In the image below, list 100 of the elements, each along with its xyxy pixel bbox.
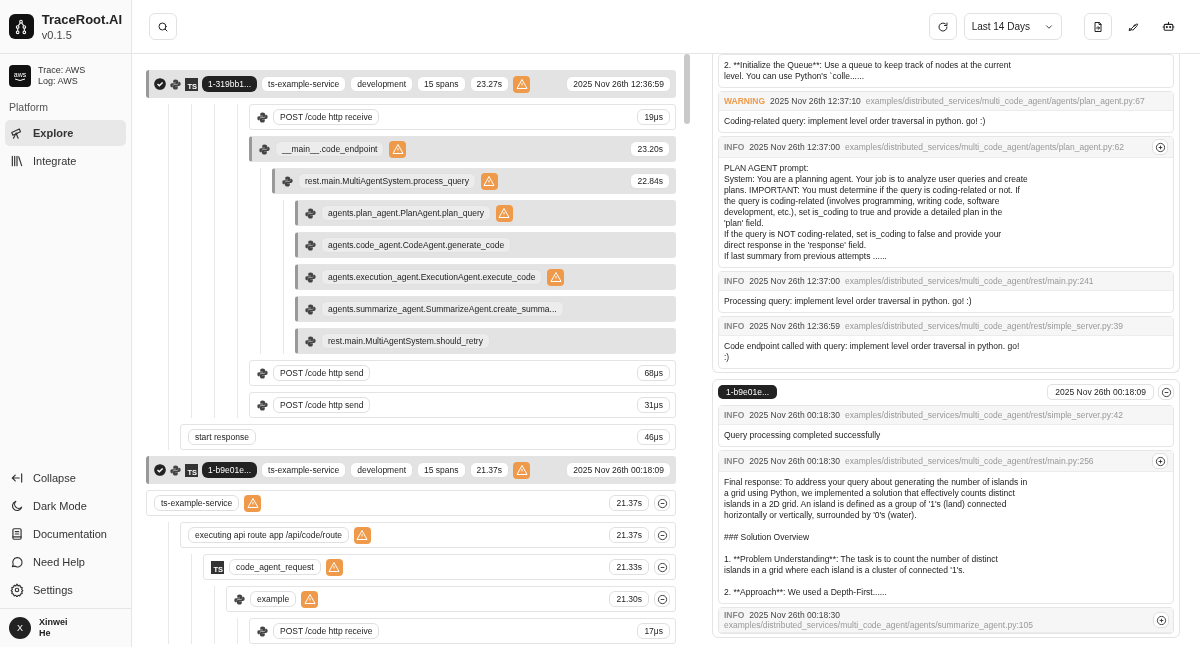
log-level: INFO [724,142,745,152]
user-avatar[interactable]: X [9,617,31,639]
details-button[interactable] [1152,139,1168,155]
python-icon [257,111,268,123]
collapse-button[interactable] [654,591,670,607]
span-row[interactable]: rest.main.MultiAgentSystem.process_query 22.84s [272,168,676,194]
nav-item[interactable]: Dark Mode [5,493,126,519]
log-time: 2025 Nov 26th 12:37:10 [770,96,861,106]
span-row[interactable]: POST /code http send 31μs [249,392,676,418]
nav-item[interactable]: Need Help [5,549,126,575]
span-duration: 31μs [637,397,670,413]
span-name: agents.summarize_agent.SummarizeAgent.create_summa... [321,301,564,317]
span-name: agents.code_agent.CodeAgent.generate_code [321,237,512,253]
book-icon [10,527,24,541]
trace-id: 1-b9e01e... [718,385,777,399]
span-row[interactable]: agents.summarize_agent.SummarizeAgent.create_summa... [295,296,676,322]
log-level: INFO [724,410,745,420]
app-logo-icon [9,14,34,39]
section-heading: Platform [8,100,50,115]
log-message: Final response: To address your query about generating the number of islands in a grid using Python, we implemented a solution that effectively counts distinct islands in a 2D grid. An island is defined as a group of '1's (land) connected horizontally or vertically, surrounded by '0's (water). ### Solution Overview 1. **Problem Understanding**: The task is to count the number of distinct islands in a grid where each island is a cluster of connected '1's. 2. **Approach**: We used a Depth-First...... [723,476,1029,599]
collapse-icon [10,471,24,485]
span-row[interactable]: start response 46μs [180,424,676,450]
span-count: 15 spans [417,462,466,478]
span-row[interactable]: agents.plan_agent.PlanAgent.plan_query [295,200,676,226]
service-name: ts-example-service [261,76,347,92]
python-icon [305,303,316,315]
log-time: 2025 Nov 26th 12:37:00 [749,142,841,152]
log-time: 2025 Nov 26th 12:36:59 [749,321,841,331]
nav-item[interactable]: Explore [5,120,126,146]
checkbox[interactable] [154,78,166,90]
span-row[interactable]: POST /code http receive 17μs [249,618,676,644]
span-row[interactable]: executing api route app /api/code/route 21.37s [180,522,676,548]
nav-item[interactable]: Integrate [5,148,126,174]
python-icon [305,335,316,347]
refresh-button[interactable] [928,13,957,40]
span-duration: 17μs [637,623,670,639]
span-duration: 19μs [637,109,670,125]
span-row[interactable]: __main__.code_endpoint 23.20s [249,136,676,162]
search-button[interactable] [149,13,177,40]
span-row[interactable]: ts-example-service 21.37s [146,490,676,516]
span-duration: 21.30s [609,591,649,607]
log-provider: Log: AWS [38,76,79,87]
span-name: POST /code http send [273,397,371,413]
span-count: 15 spans [417,76,466,92]
nav-item[interactable]: Settings [5,577,126,603]
span-row[interactable]: agents.execution_agent.ExecutionAgent.execute_code [295,264,676,290]
details-button[interactable] [1153,612,1169,628]
span-duration: 46μs [637,429,670,445]
span-name: agents.plan_agent.PlanAgent.plan_query [321,205,491,221]
python-icon [257,399,268,411]
span-name: example [250,591,297,607]
trace-id: 1-319bb1... [202,76,257,92]
span-row[interactable]: POST /code http send 68μs [249,360,676,386]
books-icon [10,154,24,168]
file-export-icon [1092,20,1104,33]
trace-timestamp: 2025 Nov 26th 00:18:09 [566,462,671,478]
export-button[interactable] [1084,13,1112,40]
collapse-button[interactable] [1158,384,1174,400]
log-message: 2. **Initialize the Queue**: Use a queue to keep track of nodes at the current level. You can use Python's `colle...... [723,59,1012,83]
checkbox[interactable] [154,464,166,476]
collapse-button[interactable] [654,495,670,511]
span-name: POST /code http receive [273,623,380,639]
span-row[interactable]: example 21.30s [226,586,676,612]
log-source: examples/distributed_services/multi_code_agent/rest/main.py:241 [845,276,1095,286]
log-source: examples/distributed_services/multi_code_agent/agents/plan_agent.py:62 [845,142,1125,152]
python-icon [305,239,316,251]
python-icon [257,367,268,379]
log-source: examples/distributed_services/multi_code_agent/rest/simple_server.py:39 [845,321,1124,331]
trace-timestamp: 2025 Nov 26th 12:36:59 [566,76,671,92]
settings-icon [10,583,24,597]
span-duration: 23.20s [630,141,670,157]
nav-item[interactable]: Documentation [5,521,126,547]
span-name: POST /code http send [273,365,371,381]
python-icon [305,271,316,283]
search-icon [157,20,169,33]
span-name: executing api route app /api/code/route [188,527,349,543]
log-message: Query processing completed successfully [723,429,882,442]
details-button[interactable] [1152,453,1168,469]
span-row[interactable]: POST /code http receive 19μs [249,104,676,130]
log-level: INFO [724,276,745,286]
log-source: examples/distributed_services/multi_code_agent/rest/simple_server.py:42 [845,410,1124,420]
trace-id: 1-b9e01e... [202,462,257,478]
trace-provider: Trace: AWS [38,65,86,76]
python-icon [234,593,245,605]
python-icon [305,207,316,219]
collapse-button[interactable] [654,527,670,543]
span-row[interactable]: rest.main.MultiAgentSystem.should_retry [295,328,676,354]
span-row[interactable]: agents.code_agent.CodeAgent.generate_code [295,232,676,258]
moon-icon [10,499,24,513]
nav-item[interactable]: Collapse [5,465,126,491]
time-range-dropdown[interactable]: Last 14 Days [963,13,1062,40]
robot-icon [1162,20,1175,33]
span-duration: 21.37s [609,527,649,543]
span-name: __main__.code_endpoint [275,141,385,157]
log-level: INFO [724,321,745,331]
log-time: 2025 Nov 26th 00:18:30 [749,410,841,420]
trace-timestamp: 2025 Nov 26th 00:18:09 [1047,384,1154,400]
log-level: INFO [724,456,745,466]
environment-tag: development [350,76,413,92]
collapse-button[interactable] [654,559,670,575]
